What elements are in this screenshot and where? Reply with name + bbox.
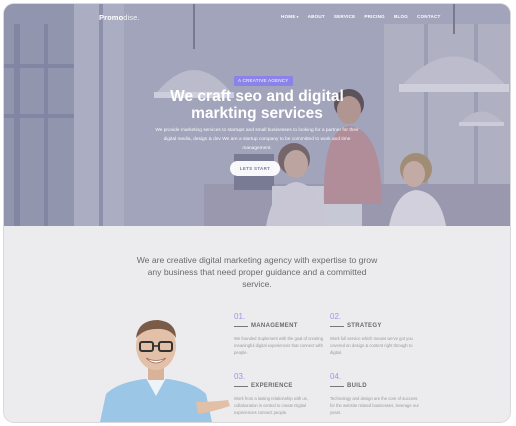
feature-management: 01. MANAGEMENT We founded Suplement with… [234, 312, 324, 356]
feature-heading: STRATEGY [330, 323, 420, 329]
logo-light-text: dise. [123, 13, 140, 22]
hero-title: We craft seo and digital markting servic… [170, 88, 344, 122]
heading-line [330, 325, 344, 327]
heading-line [234, 385, 248, 387]
feature-build: 04. BUILD Technology and design are the … [330, 372, 420, 416]
feature-number: 02. [330, 312, 342, 321]
chevron-down-icon: ▾ [296, 15, 299, 19]
intro-text: We are creative digital marketing agency… [136, 255, 378, 289]
feature-number: 03. [234, 372, 246, 381]
nav-link-about[interactable]: ABOUT [308, 14, 325, 19]
logo-bold-text: Promo [99, 13, 124, 22]
smiling-man-image [100, 320, 230, 422]
nav-link-home-label: HOME [281, 14, 296, 19]
feature-text: Work from a lasting relationship with us… [234, 396, 308, 415]
site-logo[interactable]: Promodise. [99, 13, 140, 22]
feature-text: Work full service which means we've got … [330, 336, 413, 355]
feature-heading: BUILD [330, 383, 420, 389]
feature-title: MANAGEMENT [251, 323, 298, 329]
page-frame: Promodise. HOME▾ ABOUT SERVICE PRICING B… [4, 4, 510, 422]
heading-line [330, 385, 344, 387]
feature-title: BUILD [347, 383, 367, 389]
feature-experience: 03. EXPERIENCE Work from a lasting relat… [234, 372, 324, 416]
nav-link-contact[interactable]: CONTACT [417, 14, 441, 19]
feature-number: 04. [330, 372, 342, 381]
nav-link-pricing[interactable]: PRICING [364, 14, 385, 19]
feature-number: 01. [234, 312, 246, 321]
feature-title: EXPERIENCE [251, 383, 293, 389]
feature-text: Technology and design are the core of su… [330, 396, 419, 415]
feature-strategy: 02. STRATEGY Work full service which mea… [330, 312, 420, 356]
nav-links: HOME▾ ABOUT SERVICE PRICING BLOG CONTACT [281, 14, 441, 19]
lets-start-button[interactable]: LETS START [230, 161, 280, 176]
hero-description: We provide marketing services to startup… [155, 128, 359, 151]
heading-line [234, 325, 248, 327]
feature-title: STRATEGY [347, 323, 382, 329]
nav-link-home[interactable]: HOME▾ [281, 14, 299, 19]
nav-link-service[interactable]: SERVICE [334, 14, 355, 19]
agency-badge: A CREATIVE AGENCY [234, 76, 293, 86]
nav-link-blog[interactable]: BLOG [394, 14, 408, 19]
feature-heading: MANAGEMENT [234, 323, 324, 329]
feature-text: We founded Suplement with the goal of cr… [234, 336, 324, 355]
top-navbar: Promodise. HOME▾ ABOUT SERVICE PRICING B… [4, 4, 510, 32]
feature-heading: EXPERIENCE [234, 383, 324, 389]
hero-section: Promodise. HOME▾ ABOUT SERVICE PRICING B… [4, 4, 510, 226]
